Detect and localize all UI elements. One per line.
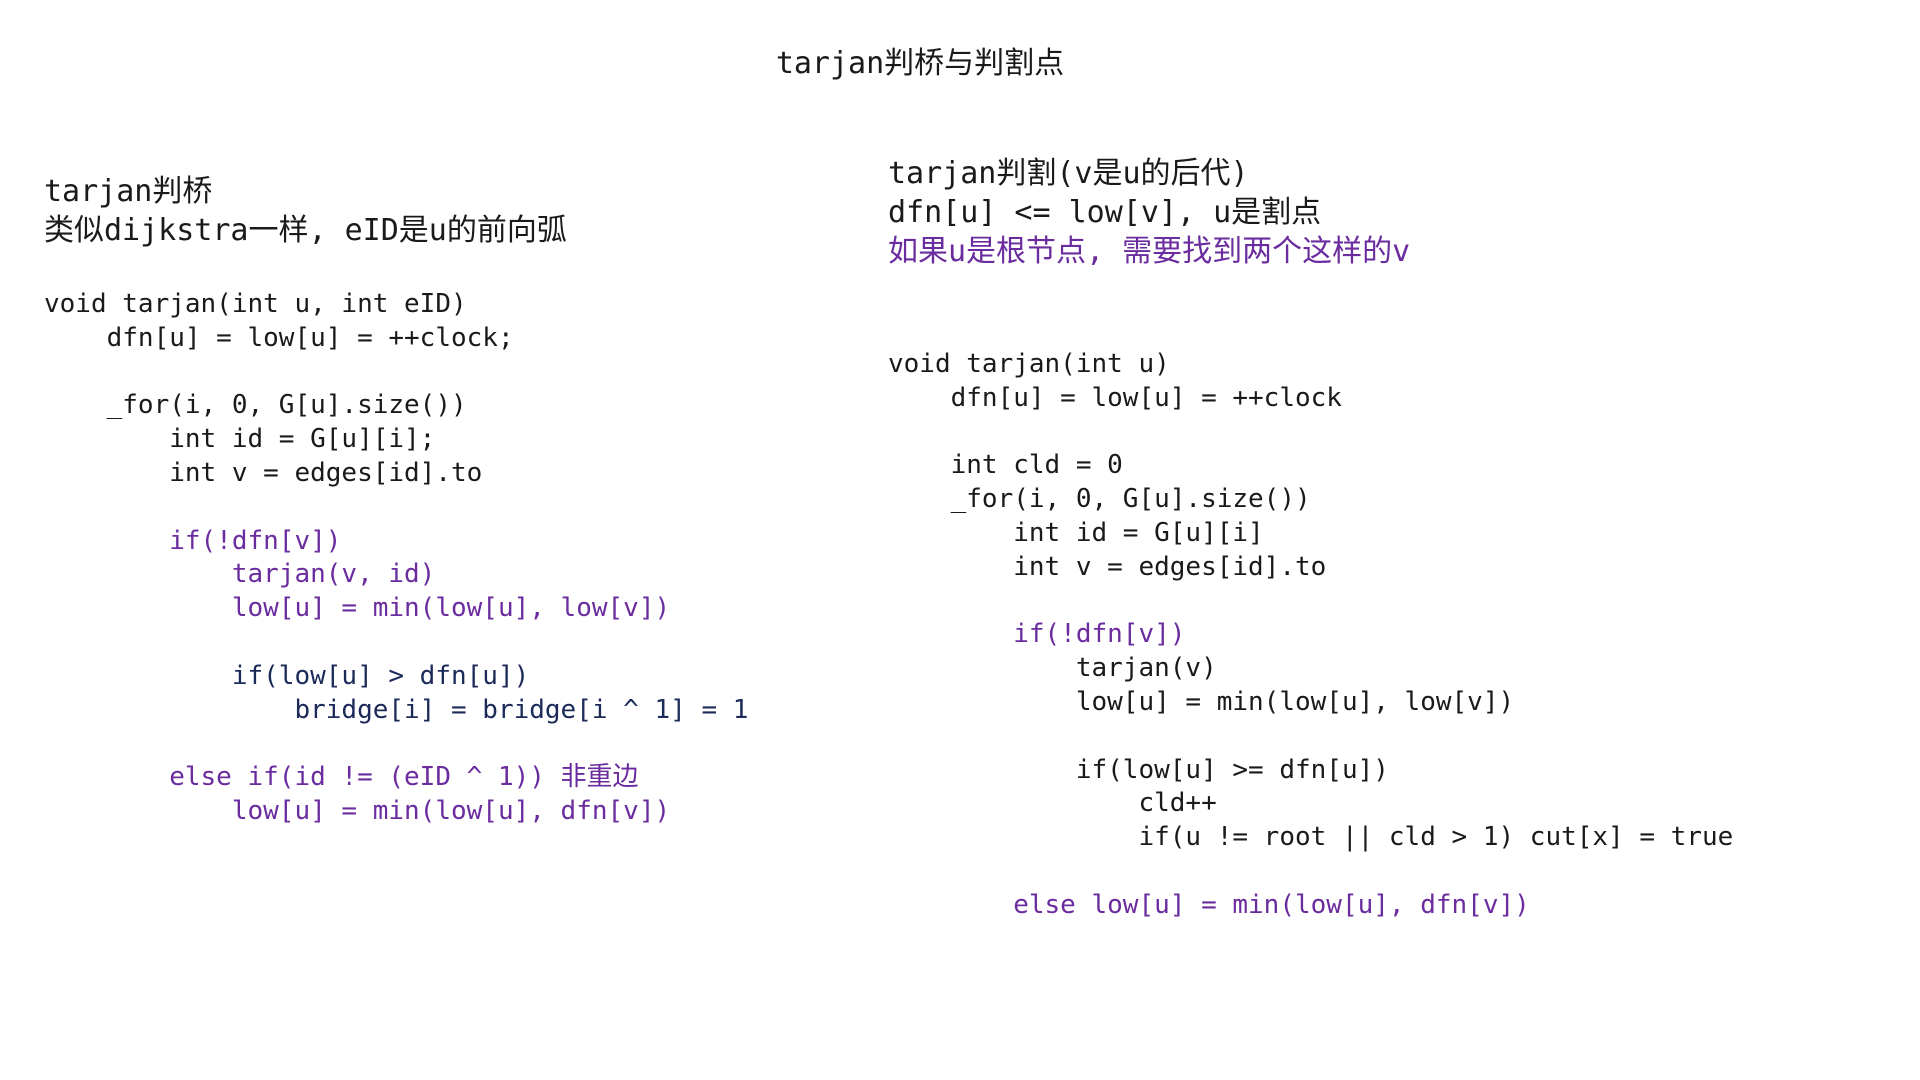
- bridge-heading: tarjan判桥 类似dijkstra一样, eID是u的前向弧: [44, 172, 567, 250]
- code-line: void tarjan(int u, int eID): [44, 289, 467, 319]
- cut-vertex-heading-line: dfn[u] <= low[v], u是割点: [888, 195, 1322, 230]
- code-line: int cld = 0: [888, 450, 1123, 481]
- code-line: _for(i, 0, G[u].size()): [44, 390, 467, 421]
- code-line: tarjan(v, id): [44, 559, 436, 590]
- code-line: if(u != root || cld > 1) cut[x] = true: [888, 822, 1734, 853]
- code-line: void tarjan(int u): [888, 349, 1170, 379]
- code-line: int v = edges[id].to: [44, 457, 483, 488]
- code-line: int id = G[u][i];: [44, 424, 436, 455]
- bridge-code-block: void tarjan(int u, int eID) dfn[u] = low…: [44, 288, 748, 829]
- cut-vertex-code-block: void tarjan(int u) dfn[u] = low[u] = ++c…: [888, 348, 1733, 923]
- code-line: tarjan(v): [888, 653, 1217, 684]
- code-line: if(!dfn[v]): [44, 525, 342, 556]
- cut-vertex-heading-line: tarjan判割(v是u的后代): [888, 156, 1249, 191]
- cut-vertex-heading-note: 如果u是根节点, 需要找到两个这样的v: [888, 234, 1411, 269]
- code-line: dfn[u] = low[u] = ++clock: [888, 382, 1342, 413]
- code-line: else if(id != (eID ^ 1)) 非重边: [44, 762, 639, 793]
- bridge-heading-line: 类似dijkstra一样, eID是u的前向弧: [44, 213, 567, 248]
- code-line: bridge[i] = bridge[i ^ 1] = 1: [44, 694, 749, 725]
- cut-vertex-heading: tarjan判割(v是u的后代) dfn[u] <= low[v], u是割点 …: [888, 154, 1410, 271]
- code-line: if(low[u] > dfn[u]): [44, 660, 530, 691]
- code-line: dfn[u] = low[u] = ++clock;: [44, 322, 514, 353]
- code-line: low[u] = min(low[u], dfn[v]): [44, 795, 671, 826]
- code-line: cld++: [888, 788, 1217, 819]
- code-line: int id = G[u][i]: [888, 517, 1264, 548]
- code-line: int v = edges[id].to: [888, 551, 1327, 582]
- bridge-heading-line: tarjan判桥: [44, 174, 213, 209]
- code-line: low[u] = min(low[u], low[v]): [44, 593, 671, 624]
- code-line: if(low[u] >= dfn[u]): [888, 754, 1389, 785]
- code-line: low[u] = min(low[u], low[v]): [888, 686, 1515, 717]
- code-line: if(!dfn[v]): [888, 619, 1186, 650]
- code-line: _for(i, 0, G[u].size()): [888, 484, 1311, 515]
- page-title: tarjan判桥与判割点: [775, 46, 1065, 81]
- code-line: else low[u] = min(low[u], dfn[v]): [888, 889, 1530, 920]
